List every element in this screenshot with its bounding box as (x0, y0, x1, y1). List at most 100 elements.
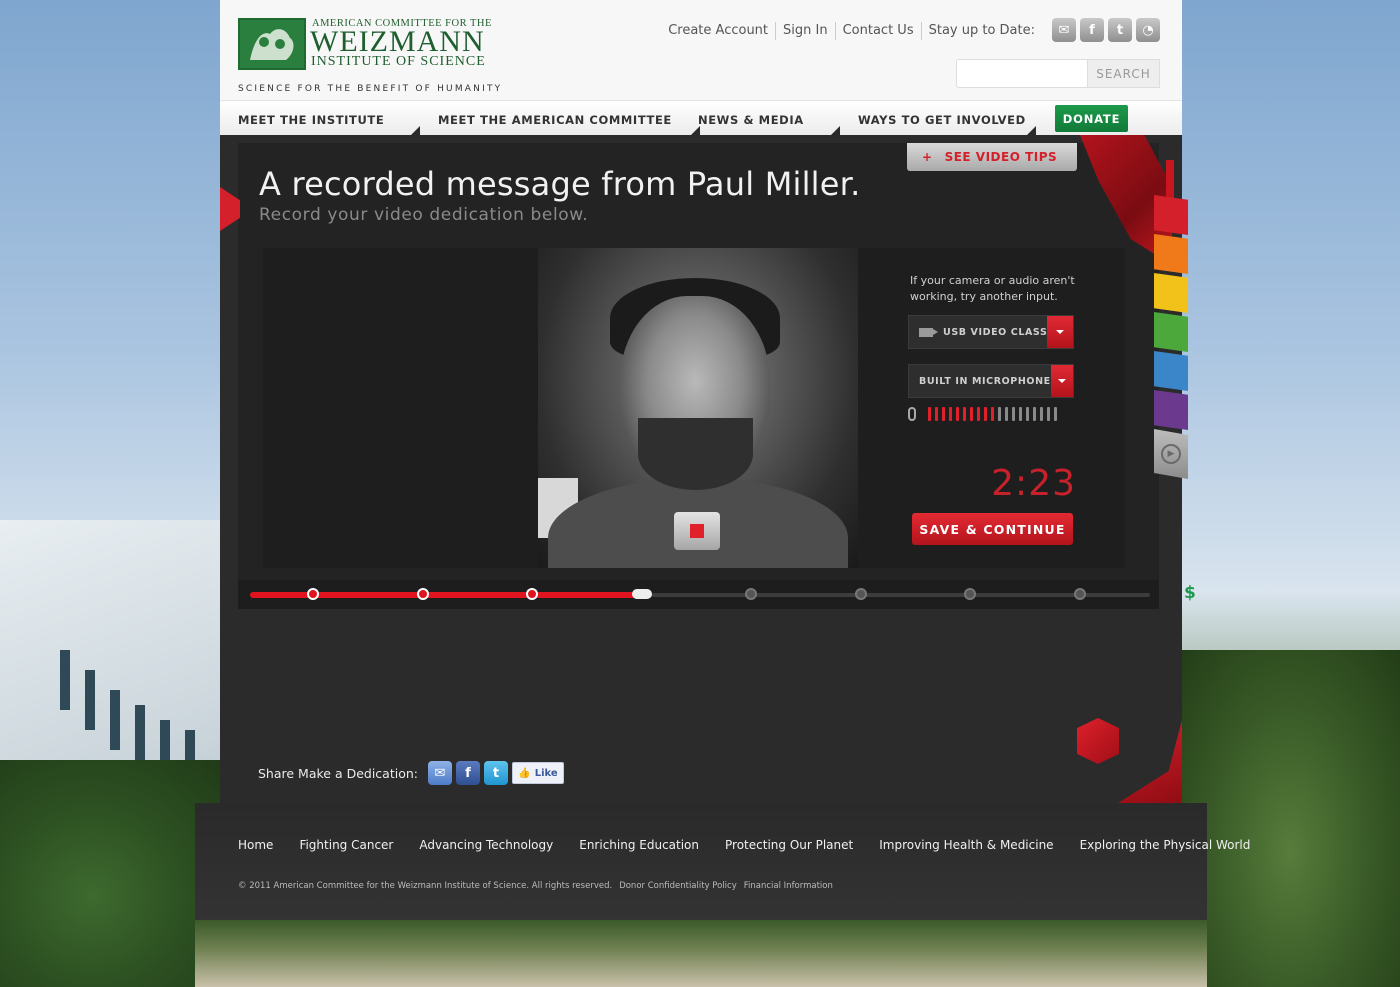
save-and-continue-button[interactable]: SAVE & CONTINUE (912, 513, 1073, 545)
side-tab[interactable] (1154, 273, 1188, 313)
create-account-link[interactable]: Create Account (661, 22, 777, 40)
copyright-text: © 2011 American Committee for the Weizma… (238, 881, 613, 891)
video-tips-button[interactable]: + SEE VIDEO TIPS (907, 143, 1077, 171)
logo-tagline: SCIENCE FOR THE BENEFIT OF HUMANITY (238, 84, 503, 94)
microphone-icon (908, 407, 916, 421)
logo-line-2: WEIZMANN (310, 25, 485, 58)
footer-link-advancing-technology[interactable]: Advancing Technology (419, 838, 553, 852)
donor-confidentiality-link[interactable]: Donor Confidentiality Policy (619, 881, 737, 891)
audio-level-bar (1033, 407, 1036, 421)
audio-level-bar (998, 407, 1001, 421)
progress-step[interactable] (526, 588, 538, 600)
camera-icon (919, 327, 938, 337)
audio-level-bar (942, 407, 945, 421)
main-nav: MEET THE INSTITUTE MEET THE AMERICAN COM… (220, 100, 1182, 136)
audio-level-bar (1026, 407, 1029, 421)
nav-news-and-media[interactable]: NEWS & MEDIA (698, 113, 804, 127)
share-bar: Share Make a Dedication: ✉ f t 👍 Like (258, 761, 564, 785)
side-tab[interactable] (1154, 351, 1188, 391)
audio-level-bar (949, 407, 952, 421)
facebook-icon[interactable]: f (456, 761, 480, 785)
side-tab[interactable] (1154, 390, 1188, 430)
donation-step-icon: $ (1184, 583, 1196, 603)
side-tab[interactable] (1154, 234, 1188, 274)
chevron-down-icon[interactable] (1050, 365, 1073, 397)
facebook-icon[interactable]: f (1080, 18, 1104, 42)
facebook-like-button[interactable]: 👍 Like (512, 762, 564, 784)
audio-level-bar (984, 407, 987, 421)
audio-level-bar (1005, 407, 1008, 421)
progress-step[interactable] (1073, 588, 1086, 600)
page-title: A recorded message from Paul Miller. (259, 165, 861, 203)
site-footer: Home Fighting Cancer Advancing Technolog… (195, 803, 1250, 920)
stop-record-button[interactable] (674, 512, 720, 550)
audio-level-bar (1040, 407, 1043, 421)
audio-level-bar (1019, 407, 1022, 421)
sign-in-link[interactable]: Sign In (776, 22, 836, 40)
top-links: Create Account Sign In Contact Us Stay u… (661, 22, 1042, 40)
side-tab[interactable] (1154, 312, 1188, 352)
audio-level-bar (928, 407, 931, 421)
contact-us-link[interactable]: Contact Us (836, 22, 922, 40)
side-tabs: ▶ (1154, 195, 1190, 479)
audio-level-bar (970, 407, 973, 421)
audio-level-bar (963, 407, 966, 421)
rss-icon[interactable]: ◔ (1136, 18, 1160, 42)
logo-line-3: INSTITUTE OF SCIENCE (311, 54, 486, 69)
side-tab[interactable] (1154, 195, 1188, 235)
microphone-select[interactable]: BUILT IN MICROPHONE (908, 364, 1074, 398)
stay-up-to-date-label: Stay up to Date: (928, 23, 1035, 38)
like-label: Like (534, 767, 558, 779)
share-label: Share Make a Dedication: (258, 765, 418, 781)
site-logo[interactable]: AMERICAN COMMITTEE FOR THE WEIZMANN INST… (238, 18, 500, 96)
progress-step[interactable] (307, 588, 319, 600)
nav-ways-to-get-involved[interactable]: WAYS TO GET INVOLVED (858, 113, 1026, 127)
input-hint: If your camera or audio aren't working, … (910, 274, 1075, 303)
side-tab-video[interactable]: ▶ (1154, 429, 1188, 479)
nav-meet-the-american-committee[interactable]: MEET THE AMERICAN COMMITTEE (438, 113, 672, 127)
plus-icon: + (922, 150, 933, 164)
audio-level-bar (956, 407, 959, 421)
footer-link-exploring-physical-world[interactable]: Exploring the Physical World (1080, 838, 1251, 852)
page-container: AMERICAN COMMITTEE FOR THE WEIZMANN INST… (220, 0, 1196, 805)
twitter-icon[interactable]: t (484, 761, 508, 785)
financial-information-link[interactable]: Financial Information (744, 881, 833, 891)
twitter-icon[interactable]: t (1108, 18, 1132, 42)
thumbs-up-icon: 👍 (518, 767, 531, 779)
donate-button[interactable]: DONATE (1055, 105, 1128, 132)
progress-handle[interactable] (631, 589, 652, 599)
progress-step[interactable] (964, 588, 976, 600)
audio-level-bar (977, 407, 980, 421)
background-ground (195, 920, 1207, 987)
footer-links: Home Fighting Cancer Advancing Technolog… (238, 838, 1276, 852)
stop-icon (690, 524, 704, 538)
decorative-red-cube (1077, 718, 1119, 764)
footer-link-home[interactable]: Home (238, 838, 273, 852)
email-icon[interactable]: ✉ (428, 761, 452, 785)
search-input[interactable] (956, 59, 1088, 88)
footer-link-enriching-education[interactable]: Enriching Education (579, 838, 699, 852)
footer-link-fighting-cancer[interactable]: Fighting Cancer (299, 838, 393, 852)
camera-select-value: USB VIDEO CLASS (943, 326, 1048, 338)
progress-bar: $ (238, 580, 1196, 609)
footer-link-improving-health[interactable]: Improving Health & Medicine (879, 838, 1053, 852)
webcam-preview (538, 248, 858, 568)
social-links: ✉ f t ◔ (1052, 18, 1160, 42)
video-tips-label: SEE VIDEO TIPS (944, 150, 1058, 164)
progress-step[interactable] (745, 588, 757, 600)
chevron-down-icon[interactable] (1047, 316, 1073, 348)
progress-step[interactable] (416, 588, 429, 600)
footer-link-protecting-our-planet[interactable]: Protecting Our Planet (725, 838, 853, 852)
search-button[interactable]: SEARCH (1088, 59, 1160, 88)
microphone-select-value: BUILT IN MICROPHONE (919, 375, 1051, 387)
footer-copyright-row: © 2011 American Committee for the Weizma… (238, 881, 833, 891)
search-box: SEARCH (956, 59, 1160, 88)
progress-step[interactable] (854, 588, 867, 600)
decorative-red-corner (1115, 720, 1182, 805)
nav-meet-the-institute[interactable]: MEET THE INSTITUTE (238, 113, 384, 127)
audio-level-bar (1012, 407, 1015, 421)
camera-select[interactable]: USB VIDEO CLASS (908, 315, 1074, 349)
audio-level-meter (908, 407, 1057, 421)
audio-level-bar (935, 407, 938, 421)
email-icon[interactable]: ✉ (1052, 18, 1076, 42)
